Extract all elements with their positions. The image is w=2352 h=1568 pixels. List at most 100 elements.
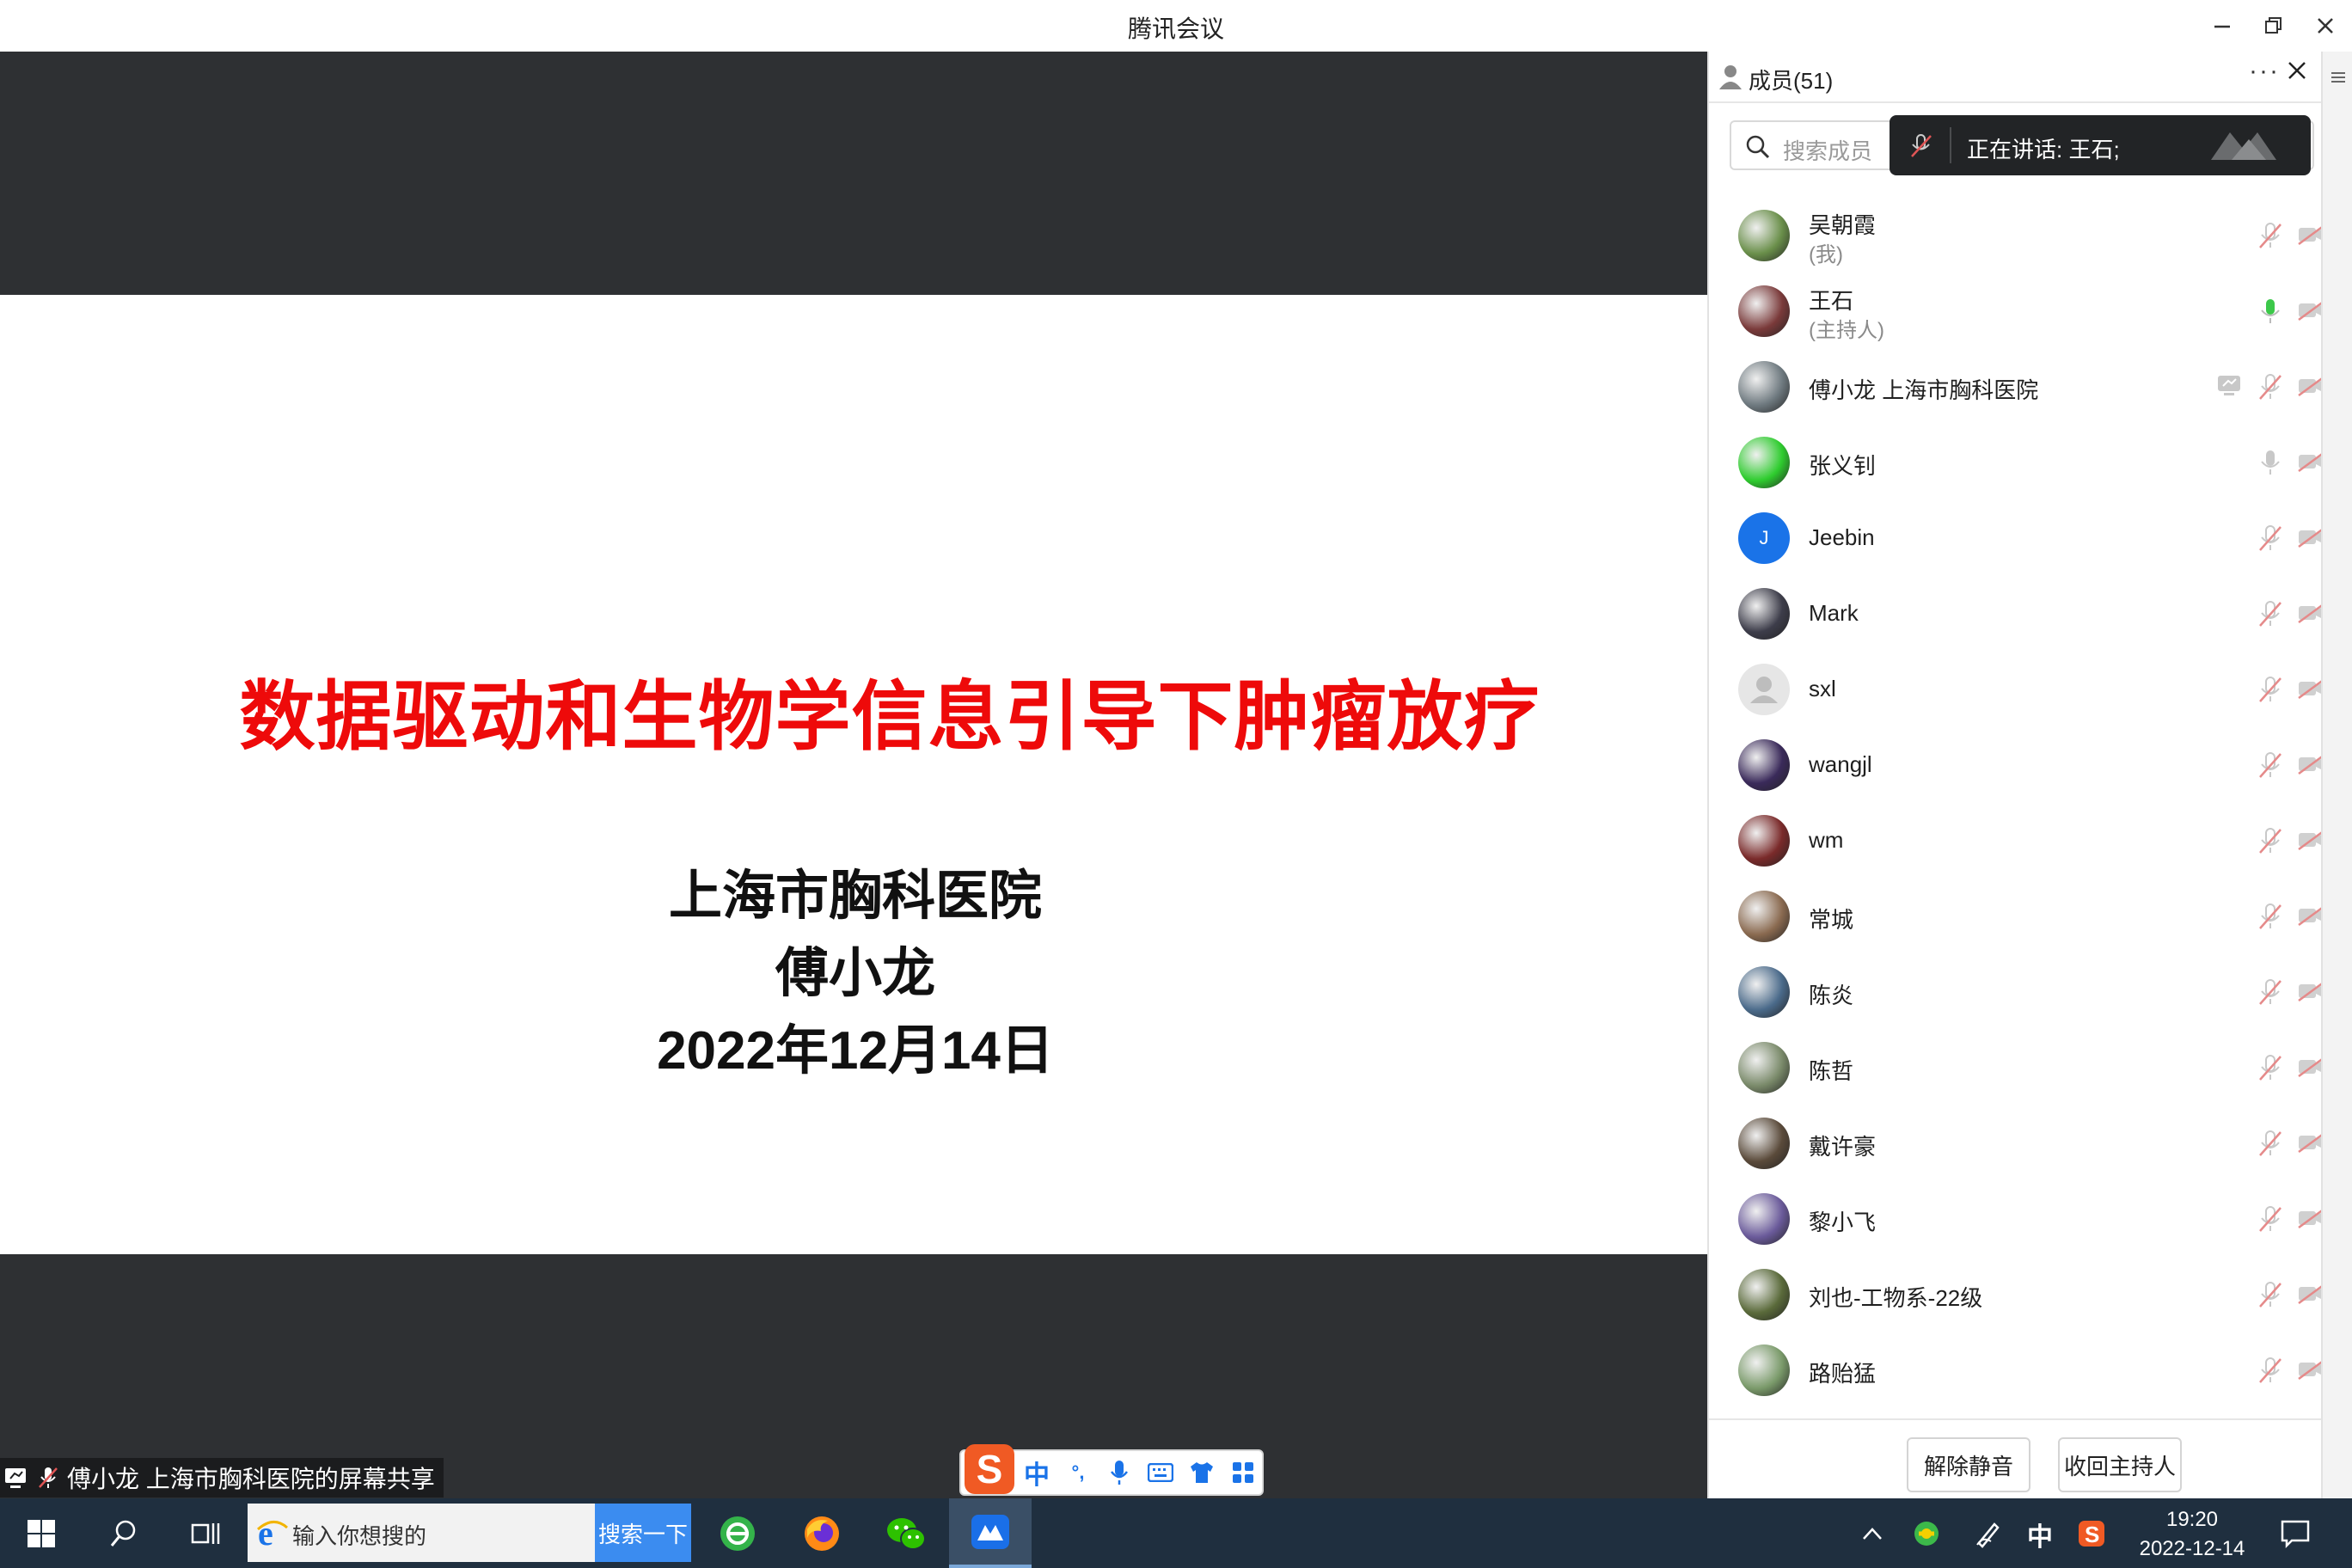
divider — [1950, 127, 1951, 163]
member-row[interactable]: wangjl — [1709, 727, 2352, 803]
member-row[interactable]: 刘也-工物系-22级 — [1709, 1257, 2352, 1332]
keyboard-icon[interactable] — [1142, 1454, 1179, 1491]
unmute-all-button[interactable]: 解除静音 — [1907, 1437, 2030, 1492]
member-row[interactable]: 傅小龙 上海市胸科医院 — [1709, 349, 2352, 425]
member-row[interactable]: wm — [1709, 803, 2352, 879]
chevron-up-icon — [1863, 1527, 1882, 1540]
browser-search-placeholder: 输入你想搜的 — [292, 1523, 427, 1549]
mic-muted-icon[interactable] — [2257, 1054, 2283, 1086]
mic-muted-icon[interactable] — [2257, 676, 2283, 707]
restore-icon — [2265, 17, 2282, 34]
mic-muted-icon[interactable] — [2257, 1357, 2283, 1388]
mic-icon[interactable] — [2257, 449, 2283, 481]
mic-muted-icon[interactable] — [2257, 222, 2283, 254]
slide-organization: 上海市胸科医院 — [668, 867, 1042, 926]
task-view-icon — [191, 1522, 220, 1544]
member-row[interactable]: 王石 (主持人) — [1709, 273, 2352, 349]
taskbar-clock[interactable]: 19:20 2022-12-14 — [2122, 1505, 2263, 1564]
voice-input-icon[interactable] — [1100, 1454, 1138, 1491]
avatar — [1738, 966, 1790, 1018]
member-row[interactable]: sxl — [1709, 652, 2352, 727]
taskbar-tencent-meeting[interactable] — [949, 1498, 1032, 1568]
security-guard-icon — [1914, 1521, 1939, 1546]
member-name: Jeebin — [1809, 524, 1875, 550]
clock-date: 2022-12-14 — [2139, 1537, 2245, 1560]
member-name: 吴朝霞 — [1809, 212, 1877, 238]
member-name: 戴许豪 — [1809, 1134, 1877, 1160]
slide-title: 数据驱动和生物学信息引导下肿瘤放疗 — [239, 674, 1540, 759]
tray-360-icon[interactable] — [1905, 1498, 1948, 1568]
more-options-button[interactable]: ··· — [2249, 57, 2280, 86]
members-count-title: 成员(51) — [1749, 68, 1834, 94]
search-icon — [110, 1520, 136, 1547]
toolbox-grid-icon[interactable] — [1224, 1454, 1262, 1491]
svg-text:e: e — [258, 1516, 273, 1550]
taskbar-360-browser[interactable] — [696, 1498, 779, 1568]
mic-muted-icon[interactable] — [2257, 1130, 2283, 1161]
default-avatar-icon — [1750, 677, 1778, 703]
mic-muted-icon[interactable] — [2257, 827, 2283, 859]
skin-shirt-icon[interactable] — [1183, 1454, 1221, 1491]
close-icon — [2288, 62, 2306, 79]
member-row[interactable]: Mark — [1709, 576, 2352, 652]
mic-muted-icon[interactable] — [2257, 524, 2283, 556]
mic-icon[interactable] — [2257, 297, 2283, 329]
member-name: 路贻猛 — [1809, 1361, 1877, 1387]
firefox-icon — [805, 1516, 839, 1551]
ime-mode-toggle[interactable]: 中 — [1018, 1454, 1056, 1491]
task-view-button[interactable] — [165, 1498, 248, 1568]
taskbar-firefox[interactable] — [781, 1498, 863, 1568]
taskbar-search-button[interactable] — [83, 1498, 165, 1568]
member-name: 陈炎 — [1809, 983, 1854, 1008]
screen-share-view[interactable]: 数据驱动和生物学信息引导下肿瘤放疗 上海市胸科医院 傅小龙 2022年12月14… — [0, 52, 1707, 1498]
speaking-text: 正在讲话: 王石; — [1967, 137, 2120, 162]
minimize-button[interactable] — [2201, 5, 2244, 46]
minimize-icon — [2214, 25, 2230, 28]
tencent-meeting-icon — [971, 1514, 1009, 1549]
restore-button[interactable] — [2252, 5, 2295, 46]
mic-muted-icon[interactable] — [2257, 978, 2283, 1010]
member-row[interactable]: 常城 — [1709, 879, 2352, 954]
close-panel-button[interactable] — [2287, 58, 2307, 88]
ime-punctuation-toggle[interactable]: °, — [1059, 1454, 1097, 1491]
ime-toolbar[interactable]: S 中 °, — [959, 1444, 1264, 1496]
browser-search-button[interactable]: 搜索一下 — [595, 1504, 691, 1562]
member-row[interactable]: 张义钊 — [1709, 425, 2352, 500]
tray-overflow-button[interactable] — [1853, 1498, 1891, 1568]
member-row[interactable]: 黎小飞 — [1709, 1181, 2352, 1257]
browser-search-box[interactable]: e 输入你想搜的 — [248, 1504, 595, 1562]
mic-muted-icon[interactable] — [2257, 1205, 2283, 1237]
member-name: 王石 — [1809, 288, 1854, 314]
member-list[interactable]: 吴朝霞 (我) 王石 (主持人) 傅小龙 上海市胸科医院张义钊 J Jeebin Mark sx… — [1709, 198, 2352, 1418]
sogou-logo-icon[interactable]: S — [965, 1444, 1014, 1494]
close-button[interactable] — [2304, 5, 2347, 46]
speaking-indicator: 正在讲话: 王石; — [1890, 115, 2311, 175]
member-role: (主持人) — [1809, 319, 1884, 342]
action-center-button[interactable] — [2269, 1498, 2321, 1568]
member-name: wm — [1809, 827, 1844, 853]
tray-ime-indicator[interactable]: 中 — [2027, 1516, 2053, 1553]
member-row[interactable]: 陈哲 — [1709, 1030, 2352, 1106]
taskbar-wechat[interactable] — [865, 1498, 947, 1568]
member-row[interactable]: 路贻猛 — [1709, 1332, 2352, 1408]
tray-pen-icon[interactable] — [1965, 1498, 2012, 1568]
member-row[interactable]: J Jeebin — [1709, 500, 2352, 576]
mic-muted-icon[interactable] — [2257, 373, 2283, 405]
mic-muted-icon[interactable] — [2257, 1281, 2283, 1313]
tray-sogou-icon[interactable]: S — [2068, 1498, 2115, 1568]
screen-share-caption: 傅小龙 上海市胸科医院的屏幕共享 — [0, 1458, 444, 1498]
member-row[interactable]: 陈炎 — [1709, 954, 2352, 1030]
mic-muted-icon[interactable] — [2257, 600, 2283, 632]
mic-muted-icon[interactable] — [2257, 751, 2283, 783]
reclaim-host-button[interactable]: 收回主持人 — [2058, 1437, 2182, 1492]
start-button[interactable] — [0, 1498, 83, 1568]
mic-muted-icon[interactable] — [2257, 903, 2283, 934]
tencent-meeting-logo-icon — [2211, 132, 2276, 160]
member-name: 陈哲 — [1809, 1058, 1854, 1084]
member-name: 张义钊 — [1809, 453, 1877, 479]
menu-icon[interactable] — [2330, 69, 2347, 86]
member-row[interactable]: 吴朝霞 (我) — [1709, 198, 2352, 273]
member-row[interactable]: 戴许豪 — [1709, 1106, 2352, 1181]
mic-muted-icon — [1911, 134, 1932, 157]
ie-browser-icon: e — [257, 1516, 288, 1550]
